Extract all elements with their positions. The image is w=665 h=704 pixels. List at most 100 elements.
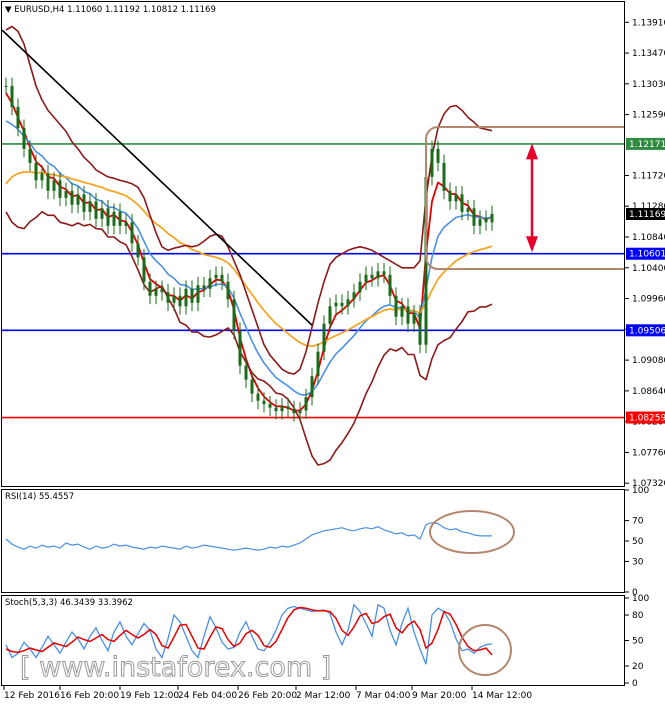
time-tick-label: 9 Mar 20:00 xyxy=(412,691,467,701)
candle-body xyxy=(148,281,152,296)
candle-body xyxy=(76,194,80,205)
stoch-tick-label: 80 xyxy=(632,611,644,621)
price-tick-label: 1.12590 xyxy=(632,111,665,121)
candle-body xyxy=(280,406,284,412)
rsi-axis: 1007050300 xyxy=(625,486,649,598)
candle-body xyxy=(10,85,14,107)
candle-body xyxy=(394,295,398,317)
time-tick-label: 7 Mar 04:00 xyxy=(356,691,411,701)
candle-body xyxy=(430,148,434,177)
price-level-tag-label: 1.09506 xyxy=(629,326,665,336)
candle-body xyxy=(460,194,464,212)
candle-body xyxy=(184,288,188,307)
candle-body xyxy=(388,274,392,296)
price-tick-label: 1.10400 xyxy=(632,264,665,274)
candle-body xyxy=(142,257,146,282)
candle-body xyxy=(196,285,200,303)
candle-body xyxy=(250,379,254,394)
candle-body xyxy=(166,292,170,303)
candle-body xyxy=(352,292,356,300)
rsi-tick-label: 70 xyxy=(632,517,644,527)
candle-body xyxy=(124,222,128,226)
candle-body xyxy=(448,190,452,202)
header-open: 1.11060 xyxy=(67,5,102,15)
candle-body xyxy=(346,299,350,307)
candle-body xyxy=(220,274,224,282)
candle-body xyxy=(46,173,50,191)
candle-body xyxy=(322,323,326,352)
candle-body xyxy=(304,397,308,411)
candle-body xyxy=(172,295,176,303)
candle-body xyxy=(466,208,470,212)
time-tick-label: 19 Feb 12:00 xyxy=(120,691,179,701)
chart-header: ▼ EURUSD,H4 1.11060 1.11192 1.10812 1.11… xyxy=(5,5,216,15)
candle-body xyxy=(370,274,374,279)
candle-body xyxy=(154,288,158,296)
time-tick-label: 24 Feb 04:00 xyxy=(178,691,237,701)
candle-body xyxy=(208,278,212,289)
time-tick-label: 16 Feb 20:00 xyxy=(60,691,119,701)
price-tick-label: 1.08640 xyxy=(632,387,665,397)
candle-body xyxy=(34,162,38,181)
candle-body xyxy=(190,288,194,303)
candle-body xyxy=(232,299,236,331)
candle-body xyxy=(4,85,8,87)
candle-body xyxy=(310,376,314,398)
time-axis: 12 Feb 2016 16 Feb 20:00 19 Feb 12:0024 Fe… xyxy=(3,686,532,701)
price-tick-label: 1.11720 xyxy=(632,171,665,181)
rsi-tick-label: 30 xyxy=(632,557,644,567)
candle-body xyxy=(382,271,386,275)
stoch-axis: 100 80 50 20 0 xyxy=(625,594,649,689)
candle-body xyxy=(106,208,110,226)
candle-body xyxy=(202,285,206,289)
price-tick-label: 1.10840 xyxy=(632,233,665,243)
candle-body xyxy=(400,306,404,317)
candle-body xyxy=(94,201,98,219)
candle-body xyxy=(340,302,344,307)
candle-body xyxy=(490,213,494,223)
time-tick-label: 14 Mar 12:00 xyxy=(472,691,532,701)
candle-body xyxy=(226,281,230,300)
candle-body xyxy=(484,218,488,223)
candle-body xyxy=(262,400,266,405)
header-high: 1.11192 xyxy=(105,5,140,15)
candle-body xyxy=(328,306,332,324)
price-level-tag-label: 1.12171 xyxy=(629,140,665,150)
candle-body xyxy=(118,211,122,226)
candle-body xyxy=(88,201,92,212)
candle-body xyxy=(28,148,32,163)
candle-body xyxy=(160,288,164,293)
candle-body xyxy=(286,406,290,410)
price-level-tag-label: 1.08259 xyxy=(629,414,665,424)
candle-body xyxy=(436,148,440,163)
price-level-tag-label: 1.10601 xyxy=(629,250,665,260)
stoch-label: Stoch(5,3,3) 46.3439 33.3962 xyxy=(5,598,133,608)
rsi-tick-label: 100 xyxy=(632,486,649,496)
candle-body xyxy=(256,393,260,401)
candle-body xyxy=(412,313,416,324)
stoch-tick-label: 50 xyxy=(632,637,644,647)
header-triangle-icon: ▼ xyxy=(5,5,14,15)
candle-body xyxy=(112,211,116,226)
time-tick-label: 12 Feb 2016 xyxy=(4,691,60,701)
price-tick-label: 1.07760 xyxy=(632,448,665,458)
candle-body xyxy=(178,295,182,307)
header-close: 1.11169 xyxy=(181,5,216,15)
candle-body xyxy=(364,274,368,282)
candle-body xyxy=(376,271,380,279)
candle-body xyxy=(22,127,26,149)
candle-body xyxy=(238,330,242,366)
candle-body xyxy=(82,194,86,212)
eurusd-h4-chart: 1.139101.134701.130301.125901.117201.112… xyxy=(1,1,665,701)
candle-body xyxy=(478,218,482,226)
candle-body xyxy=(52,180,56,191)
header-symbol: EURUSD,H4 xyxy=(14,5,64,15)
candle-body xyxy=(100,208,104,219)
candle-body xyxy=(316,351,320,377)
candle-body xyxy=(70,190,74,205)
candle-body xyxy=(64,190,68,198)
price-tick-label: 1.13030 xyxy=(632,80,665,90)
candle-body xyxy=(130,222,134,244)
header-low: 1.10812 xyxy=(143,5,178,15)
watermark: [ www.instaforex.com ] xyxy=(20,652,331,683)
